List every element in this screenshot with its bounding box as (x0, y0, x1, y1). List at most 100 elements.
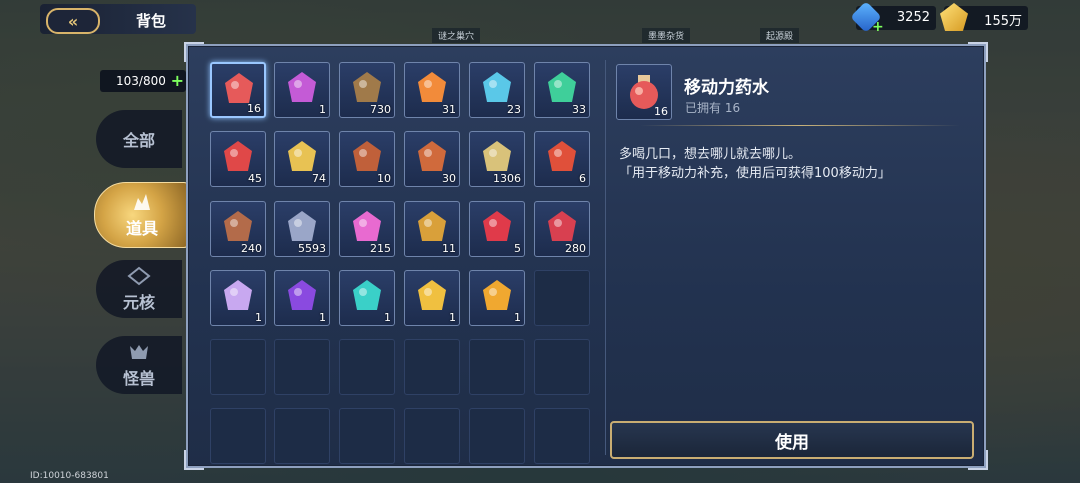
inventory-item-green-orb[interactable]: 33 (534, 62, 590, 118)
item-count: 730 (370, 103, 391, 116)
header-bar: « 背包 (40, 4, 196, 34)
inventory-item-potion[interactable]: 16 (210, 62, 266, 118)
map-label: 起源殿 (760, 28, 800, 43)
tab-label: 道具 (125, 218, 158, 238)
item-count: 1 (255, 311, 262, 324)
item-count: 1 (319, 311, 326, 324)
inventory-item-brick-plank[interactable]: 240 (210, 201, 266, 257)
magnifier-scroll-icon (353, 141, 381, 171)
monster-icon (130, 344, 148, 359)
empty-slot (534, 270, 590, 326)
item-count: 215 (370, 242, 391, 255)
item-count: 11 (442, 242, 456, 255)
inventory-item-gold-emblem[interactable]: 74 (274, 131, 330, 187)
inventory-item-wood-bundle[interactable]: 730 (339, 62, 395, 118)
inventory-item-gold-card-1[interactable]: 1 (404, 270, 460, 326)
description-line: 多喝几口，想去哪儿就去哪儿。 (619, 147, 802, 162)
panel-corner (184, 450, 204, 470)
add-gem-icon: + (872, 19, 884, 35)
gem-value: 3252 (896, 10, 930, 25)
capacity-text: 103/800 (116, 74, 166, 88)
empty-slot (534, 408, 590, 464)
gold-currency[interactable]: 155万 (940, 3, 1028, 31)
item-count: 1 (384, 311, 391, 324)
sun-medallion-icon (418, 211, 446, 241)
teal-crystal-icon (353, 280, 381, 310)
brick-plank-icon (224, 211, 252, 241)
item-count: 31 (442, 103, 456, 116)
detail-description: 多喝几口，想去哪儿就去哪儿。 「用于移动力补充，使用后可获得100移动力」 (619, 145, 891, 183)
detail-item-icon: 16 (616, 64, 672, 120)
inventory-item-red-shield[interactable]: 280 (534, 201, 590, 257)
inventory-item-sun-medallion[interactable]: 11 (404, 201, 460, 257)
tab-monsters[interactable]: 怪兽 (96, 336, 182, 394)
lilac-flower-icon (224, 280, 252, 310)
inventory-item-puzzle-piece[interactable]: 23 (469, 62, 525, 118)
empty-slot (274, 339, 330, 395)
tab-label: 全部 (122, 131, 155, 150)
item-count: 1 (449, 311, 456, 324)
puzzle-piece-icon (483, 72, 511, 102)
page-title: 背包 (136, 12, 167, 30)
detail-separator (640, 125, 960, 126)
inventory-item-crimson-crystal[interactable]: 6 (534, 131, 590, 187)
inventory-item-pink-rose[interactable]: 215 (339, 201, 395, 257)
empty-slot (339, 339, 395, 395)
empty-slot (210, 408, 266, 464)
inventory-item-red-blade[interactable]: 5 (469, 201, 525, 257)
empty-slot (469, 339, 525, 395)
tab-cores[interactable]: 元核 (96, 260, 182, 318)
item-count: 30 (442, 172, 456, 185)
empty-slot (274, 408, 330, 464)
empty-slot (404, 339, 460, 395)
item-count: 5 (514, 242, 521, 255)
item-count: 1306 (493, 172, 521, 185)
detail-item-name: 移动力药水 (684, 78, 769, 98)
inventory-item-silver-shield[interactable]: 5593 (274, 201, 330, 257)
inventory-item-teal-crystal[interactable]: 1 (339, 270, 395, 326)
red-blade-icon (483, 211, 511, 241)
empty-slot (404, 408, 460, 464)
tab-all[interactable]: 全部 (96, 110, 182, 168)
pink-rose-icon (353, 211, 381, 241)
red-shield-icon (548, 211, 576, 241)
purple-crystal-icon (288, 280, 316, 310)
panel-corner (968, 42, 988, 62)
tab-items[interactable]: 道具 (94, 182, 190, 248)
hourglass-badge-icon (418, 141, 446, 171)
silver-shield-icon (288, 211, 316, 241)
inventory-item-hourglass-badge[interactable]: 30 (404, 131, 460, 187)
map-label: 谜之巢穴 (432, 28, 481, 43)
inventory-item-lilac-flower[interactable]: 1 (210, 270, 266, 326)
item-count: 45 (248, 172, 262, 185)
gold-emblem-icon (288, 141, 316, 171)
item-count: 6 (579, 172, 586, 185)
item-count: 16 (247, 102, 261, 115)
items-icon (134, 193, 150, 210)
tab-label: 元核 (122, 292, 155, 312)
gold-icon (940, 3, 968, 31)
bag-capacity: 103/800 + (100, 70, 186, 92)
inventory-item-ribbon-charm[interactable]: 1 (274, 62, 330, 118)
use-button[interactable]: 使用 (610, 421, 974, 459)
inventory-item-gold-ore[interactable]: 1306 (469, 131, 525, 187)
item-count: 33 (572, 103, 586, 116)
empty-slot (469, 408, 525, 464)
gold-ore-icon (483, 141, 511, 171)
ribbon-charm-icon (288, 72, 316, 102)
player-id: ID:10010-683801 (30, 471, 109, 481)
empty-slot (339, 408, 395, 464)
inventory-item-purple-crystal[interactable]: 1 (274, 270, 330, 326)
detail-owned: 已拥有 16 (685, 101, 741, 115)
gold-card-1-icon (418, 280, 446, 310)
detail-item-count: 16 (654, 105, 668, 118)
wood-bundle-icon (353, 72, 381, 102)
gem-currency[interactable]: + 3252 (850, 1, 936, 35)
inventory-item-magnifier-scroll[interactable]: 10 (339, 131, 395, 187)
inventory-item-gold-card-2[interactable]: 1 (469, 270, 525, 326)
expand-capacity-icon[interactable]: + (171, 71, 184, 90)
back-button[interactable]: « (46, 8, 100, 34)
inventory-item-red-gem[interactable]: 45 (210, 131, 266, 187)
tab-label: 怪兽 (122, 368, 155, 388)
inventory-item-fire-spirit[interactable]: 31 (404, 62, 460, 118)
